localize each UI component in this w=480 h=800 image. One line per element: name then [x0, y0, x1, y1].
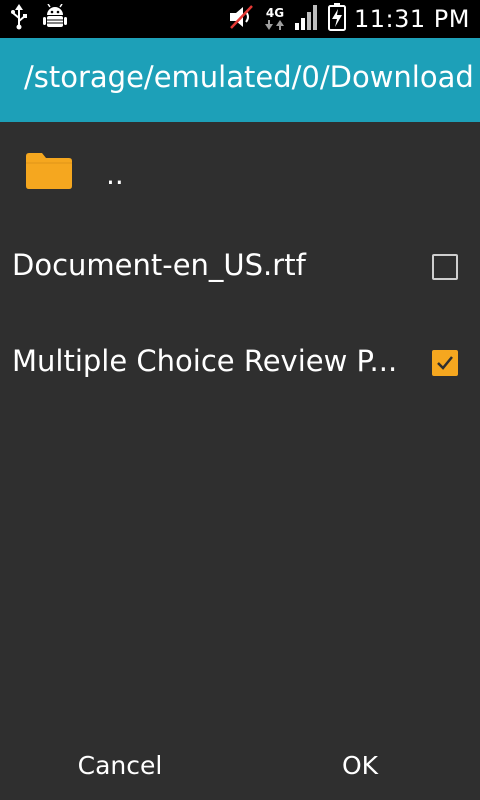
parent-directory-label: ..: [106, 158, 124, 191]
file-checkbox[interactable]: [432, 254, 458, 280]
parent-directory-row[interactable]: ..: [0, 122, 480, 220]
battery-charging-icon: [328, 3, 347, 35]
file-checkbox-checked[interactable]: [432, 350, 458, 376]
status-time: 11:31 PM: [354, 5, 470, 33]
cancel-button[interactable]: Cancel: [0, 730, 240, 800]
network-4g-icon: 4G: [264, 7, 286, 31]
signal-icon: [294, 3, 320, 35]
dialog-footer: Cancel OK: [0, 730, 480, 800]
android-debug-icon: [42, 3, 68, 34]
usb-icon: [10, 4, 28, 34]
network-type-label: 4G: [265, 6, 285, 20]
folder-icon: [24, 152, 74, 190]
status-bar: 4G 11:31 PM: [0, 0, 480, 38]
file-row[interactable]: Multiple Choice Review P...: [0, 316, 480, 412]
volume-muted-icon: [228, 4, 256, 34]
file-row[interactable]: Document-en_US.rtf: [0, 220, 480, 316]
ok-button[interactable]: OK: [240, 730, 480, 800]
dialog-title-bar: /storage/emulated/0/Download: [0, 38, 480, 122]
current-path-title: /storage/emulated/0/Download: [24, 60, 474, 94]
file-name: Multiple Choice Review P...: [12, 344, 398, 378]
file-name: Document-en_US.rtf: [12, 248, 306, 282]
checkmark-icon: [437, 356, 453, 370]
